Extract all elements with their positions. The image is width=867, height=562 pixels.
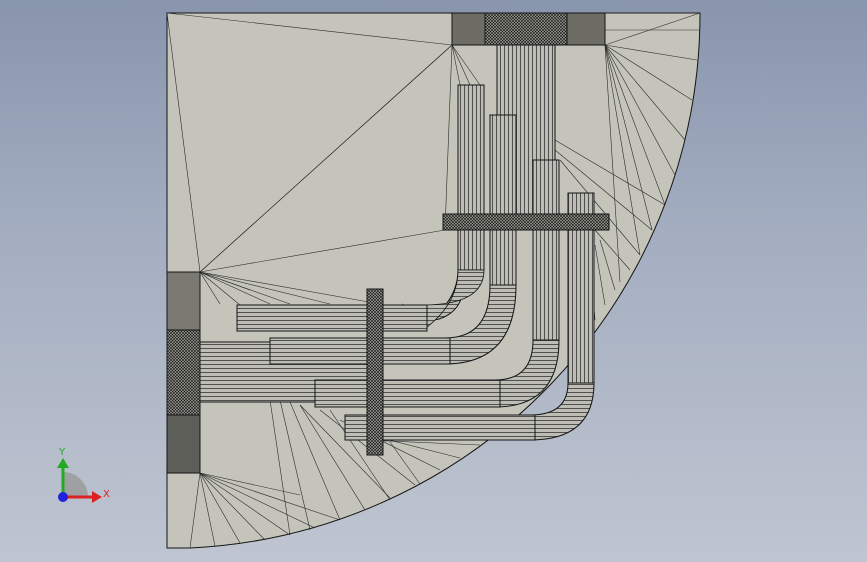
top-block-right[interactable] bbox=[566, 12, 606, 46]
model-view[interactable] bbox=[0, 0, 867, 562]
top-block-left[interactable] bbox=[451, 12, 491, 46]
horizontal-flange-front bbox=[442, 213, 610, 231]
graphics-viewport[interactable]: Y X bbox=[0, 0, 867, 562]
left-block-bottom[interactable] bbox=[166, 414, 201, 474]
vertical-flange-front bbox=[366, 288, 384, 456]
left-block-top[interactable] bbox=[166, 271, 201, 331]
